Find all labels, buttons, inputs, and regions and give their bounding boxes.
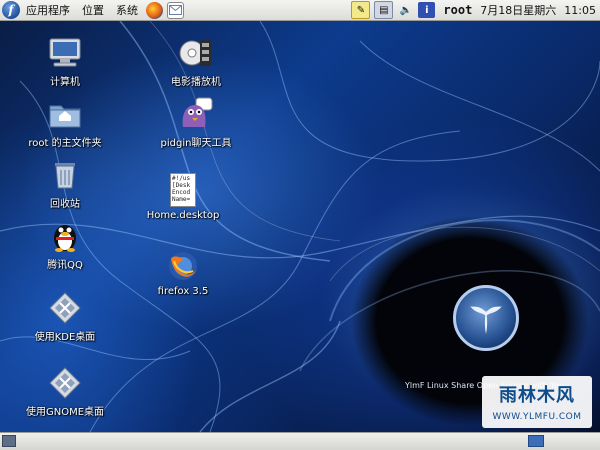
desktop-icon-home-folder[interactable]: root 的主文件夹 (15, 97, 115, 149)
file-preview-line: [Desk (172, 182, 191, 189)
desktop-icon-trash[interactable]: 回收站 (15, 158, 115, 210)
desktop-icon-label: 计算机 (50, 77, 80, 88)
desktop-icon-firefox[interactable]: firefox 3.5 (133, 249, 233, 297)
computer-icon (48, 36, 82, 70)
gnome-icon (48, 366, 82, 400)
desktop-icon-label: firefox 3.5 (157, 286, 209, 297)
menu-places[interactable]: 位置 (76, 2, 110, 18)
ylmf-emblem-icon (453, 285, 519, 351)
desktop-icon-pidgin[interactable]: pidgin聊天工具 (146, 97, 246, 149)
desktop-icon-label: 电影播放机 (171, 77, 221, 88)
bottom-panel (0, 432, 600, 450)
trash-icon (48, 158, 82, 192)
show-desktop-button[interactable] (2, 435, 16, 447)
file-preview-line: Encod (172, 189, 191, 196)
desktop-icon-label: 腾讯QQ (47, 260, 83, 271)
desktop-icon-qq[interactable]: 腾讯QQ (15, 219, 115, 271)
movie-player-icon (179, 36, 213, 70)
desktop-icon-movie-player[interactable]: 电影播放机 (146, 36, 246, 88)
clock[interactable]: 11:05 (564, 4, 596, 17)
network-icon[interactable]: ▤ (374, 1, 394, 19)
user-name[interactable]: root (443, 3, 472, 17)
firefox-icon (166, 249, 200, 283)
workspace-switcher[interactable] (528, 435, 544, 447)
desktop-icon-label: 使用GNOME桌面 (25, 407, 105, 418)
home-folder-icon (48, 97, 82, 131)
site-watermark: 雨林木风 WWW.YLMFU.COM (482, 376, 592, 428)
pidgin-icon (179, 97, 213, 131)
desktop-icon-home-desktop-file[interactable]: #!/us [Desk Encod Name= Home.desktop (133, 173, 233, 221)
desktop-icon-label: 回收站 (50, 199, 80, 210)
email-launcher-icon[interactable] (167, 1, 184, 19)
desktop-icon-computer[interactable]: 计算机 (15, 36, 115, 88)
fedora-logo-icon[interactable]: f (2, 1, 20, 19)
desktop-icon-kde[interactable]: 使用KDE桌面 (15, 291, 115, 343)
desktop-icon-label: root 的主文件夹 (28, 138, 102, 149)
desktop-icon-label: 使用KDE桌面 (34, 332, 96, 343)
file-preview-line: Name= (172, 196, 191, 203)
firefox-launcher-icon[interactable] (146, 1, 163, 19)
kde-icon (48, 291, 82, 325)
desktop[interactable]: 计算机 root 的主文件夹 回收站 腾讯QQ 使用KDE桌面 使用GNOME桌… (0, 21, 600, 432)
watermark-url: WWW.YLMFU.COM (492, 412, 582, 422)
notes-icon[interactable]: ✎ (351, 1, 371, 19)
menu-applications[interactable]: 应用程序 (20, 2, 76, 18)
desktop-file-icon: #!/us [Desk Encod Name= (170, 173, 196, 207)
top-panel: f 应用程序 位置 系统 ✎ ▤ 🔈 i root 7月18日星期六 11:05 (0, 0, 600, 21)
desktop-icon-gnome[interactable]: 使用GNOME桌面 (15, 366, 115, 418)
date-label[interactable]: 7月18日星期六 (480, 2, 556, 18)
qq-penguin-icon (48, 219, 82, 253)
info-icon[interactable]: i (418, 2, 436, 18)
desktop-icon-label: Home.desktop (146, 210, 220, 221)
menu-system[interactable]: 系统 (110, 2, 144, 18)
desktop-icon-label: pidgin聊天工具 (160, 138, 232, 149)
volume-icon[interactable]: 🔈 (397, 2, 414, 18)
file-preview-line: #!/us (172, 175, 191, 182)
watermark-logo: 雨林木风 (499, 385, 575, 406)
